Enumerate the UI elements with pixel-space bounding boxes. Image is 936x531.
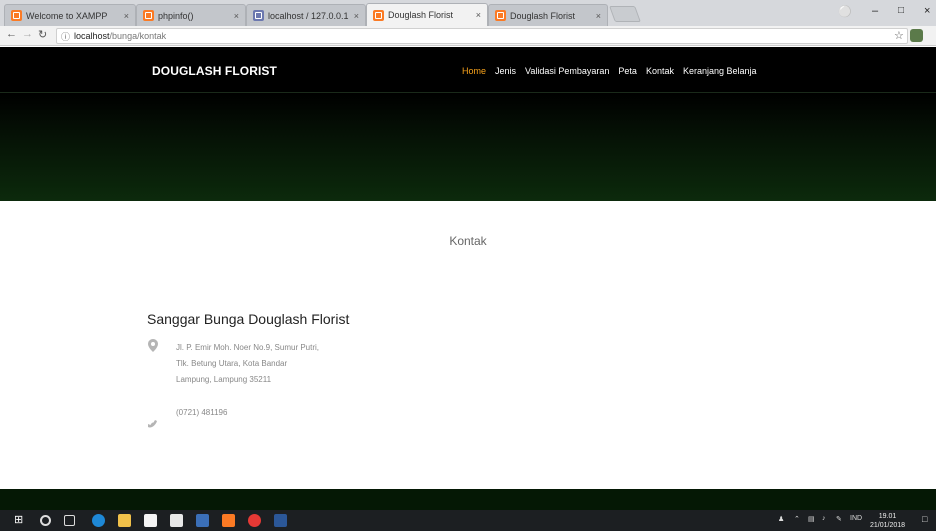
xampp-icon	[495, 10, 506, 21]
app-icon[interactable]	[196, 514, 209, 527]
new-tab-button[interactable]	[609, 6, 641, 22]
browser-tab-douglash[interactable]: Douglash Florist ×	[488, 4, 608, 26]
menu-keranjang-belanja[interactable]: Keranjang Belanja	[683, 66, 757, 76]
menu-home[interactable]: Home	[462, 66, 486, 76]
tab-title: Douglash Florist	[388, 10, 454, 20]
maximize-icon[interactable]: □	[898, 5, 904, 16]
browser-tab-strip: Welcome to XAMPP × phpinfo() × localhost…	[0, 0, 936, 26]
map-marker-icon	[148, 339, 158, 352]
people-icon[interactable]: ♟	[778, 515, 784, 523]
system-clock[interactable]: 19.01 21/01/2018	[870, 512, 905, 530]
xampp-icon	[143, 10, 154, 21]
close-tab-icon[interactable]: ×	[124, 11, 129, 21]
pen-icon[interactable]: ✎	[836, 515, 842, 523]
clock-time: 19.01	[878, 513, 897, 520]
back-icon[interactable]: ←	[6, 28, 17, 40]
close-window-icon[interactable]: ×	[924, 5, 930, 17]
site-navbar: DOUGLASH FLORIST Home Jenis Validasi Pem…	[0, 47, 936, 93]
site-info-icon[interactable]: ⓘ	[61, 30, 70, 43]
clock-date: 21/01/2018	[870, 522, 906, 529]
close-tab-icon[interactable]: ×	[596, 11, 601, 21]
close-tab-icon[interactable]: ×	[234, 11, 239, 21]
notifications-icon[interactable]: □	[922, 514, 927, 524]
network-icon[interactable]: ▤	[808, 515, 815, 523]
xampp-taskbar-icon[interactable]	[222, 514, 235, 527]
site-footer	[0, 489, 936, 510]
browser-toolbar: ← → ↻ ⓘ localhost/bunga/kontak ☆	[0, 26, 936, 46]
close-tab-icon[interactable]: ×	[476, 10, 481, 20]
phone-icon	[148, 420, 157, 428]
site-brand[interactable]: DOUGLASH FLORIST	[152, 64, 277, 78]
xampp-icon	[373, 9, 384, 21]
address-line: Lampung, Lampung 35211	[176, 375, 272, 384]
tab-title: localhost / 127.0.0.1 / su	[268, 10, 350, 21]
windows-start-icon[interactable]: ⊞	[14, 514, 27, 527]
bookmark-star-icon[interactable]: ☆	[894, 29, 904, 42]
menu-jenis[interactable]: Jenis	[495, 66, 516, 76]
browser-tab-douglash-active[interactable]: Douglash Florist ×	[366, 3, 488, 26]
close-tab-icon[interactable]: ×	[354, 11, 359, 21]
cortana-search-icon[interactable]	[40, 515, 51, 526]
file-explorer-icon[interactable]	[118, 514, 131, 527]
address-text: Jl. P. Emir Moh. Noer No.9, Sumur Putri,…	[176, 340, 366, 388]
word-icon[interactable]	[274, 514, 287, 527]
section-title: Kontak	[449, 234, 487, 248]
web-page: DOUGLASH FLORIST Home Jenis Validasi Pem…	[0, 47, 936, 510]
minimize-icon[interactable]: –	[872, 5, 878, 17]
menu-kontak[interactable]: Kontak	[646, 66, 674, 76]
chrome-icon[interactable]	[248, 514, 261, 527]
tab-title: Welcome to XAMPP	[26, 10, 108, 21]
browser-tab-phpinfo[interactable]: phpinfo() ×	[136, 4, 246, 26]
address-line: Jl. P. Emir Moh. Noer No.9, Sumur Putri,	[176, 343, 320, 352]
browser-tab-phpmyadmin[interactable]: localhost / 127.0.0.1 / su ×	[246, 4, 366, 26]
site-menu: Home Jenis Validasi Pembayaran Peta Kont…	[462, 66, 757, 76]
xampp-icon	[11, 10, 22, 21]
forward-icon[interactable]: →	[22, 28, 33, 40]
store-icon[interactable]	[144, 514, 157, 527]
edge-browser-icon[interactable]	[92, 514, 105, 527]
url-host: localhost	[74, 31, 110, 41]
menu-validasi-pembayaran[interactable]: Validasi Pembayaran	[525, 66, 609, 76]
profile-icon[interactable]: ⚪	[838, 5, 852, 18]
tab-title: phpinfo()	[158, 10, 194, 21]
mail-icon[interactable]	[170, 514, 183, 527]
tab-title: Douglash Florist	[510, 10, 576, 21]
shop-name: Sanggar Bunga Douglash Florist	[147, 311, 350, 327]
url-path: /bunga/kontak	[109, 31, 167, 41]
menu-peta[interactable]: Peta	[618, 66, 637, 76]
address-bar[interactable]: ⓘ localhost/bunga/kontak	[56, 28, 908, 44]
phpmyadmin-icon	[253, 10, 264, 21]
task-view-icon[interactable]	[64, 515, 75, 526]
browser-tab-xampp[interactable]: Welcome to XAMPP ×	[4, 4, 136, 26]
extension-icon[interactable]	[910, 29, 923, 42]
phone-number: (0721) 481196	[176, 408, 228, 417]
reload-icon[interactable]: ↻	[38, 28, 47, 41]
tray-chevron-icon[interactable]: ⌃	[794, 515, 800, 523]
language-indicator[interactable]: IND	[850, 515, 862, 522]
address-line: Tlk. Betung Utara, Kota Bandar	[176, 359, 288, 368]
volume-icon[interactable]: ♪	[822, 515, 826, 522]
hero-banner	[0, 93, 936, 201]
windows-taskbar: ⊞ ♟ ⌃ ▤ ♪ ✎ IND 19.01 21/01/2018 □	[0, 510, 936, 531]
